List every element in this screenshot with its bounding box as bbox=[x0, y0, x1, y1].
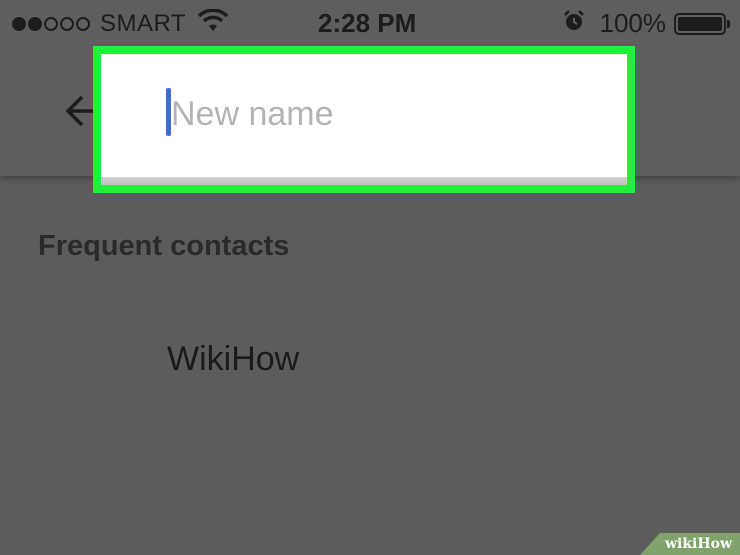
highlighted-name-dialog bbox=[93, 46, 635, 193]
new-name-input[interactable] bbox=[171, 88, 611, 140]
alarm-icon bbox=[562, 9, 586, 38]
status-left: SMART bbox=[12, 8, 229, 38]
signal-dot bbox=[44, 16, 58, 31]
signal-dot bbox=[60, 16, 74, 31]
wikihow-watermark-logo: wikiHow bbox=[640, 533, 740, 555]
status-right: 100% bbox=[562, 8, 730, 39]
battery-percent: 100% bbox=[599, 8, 667, 38]
section-title-frequent-contacts: Frequent contacts bbox=[38, 230, 290, 262]
wifi-icon bbox=[197, 8, 229, 38]
wikihow-logo-text: wikiHow bbox=[664, 536, 732, 552]
contact-item[interactable]: WikiHow bbox=[167, 340, 299, 379]
status-bar: SMART 2:28 PM 100% bbox=[0, 0, 740, 46]
battery-icon bbox=[674, 12, 730, 35]
signal-dot bbox=[12, 16, 26, 31]
carrier-name: SMART bbox=[100, 9, 187, 37]
signal-dot bbox=[76, 16, 90, 31]
signal-dot bbox=[28, 16, 42, 31]
input-underline-shadow bbox=[101, 177, 627, 185]
status-time: 2:28 PM bbox=[318, 8, 417, 38]
